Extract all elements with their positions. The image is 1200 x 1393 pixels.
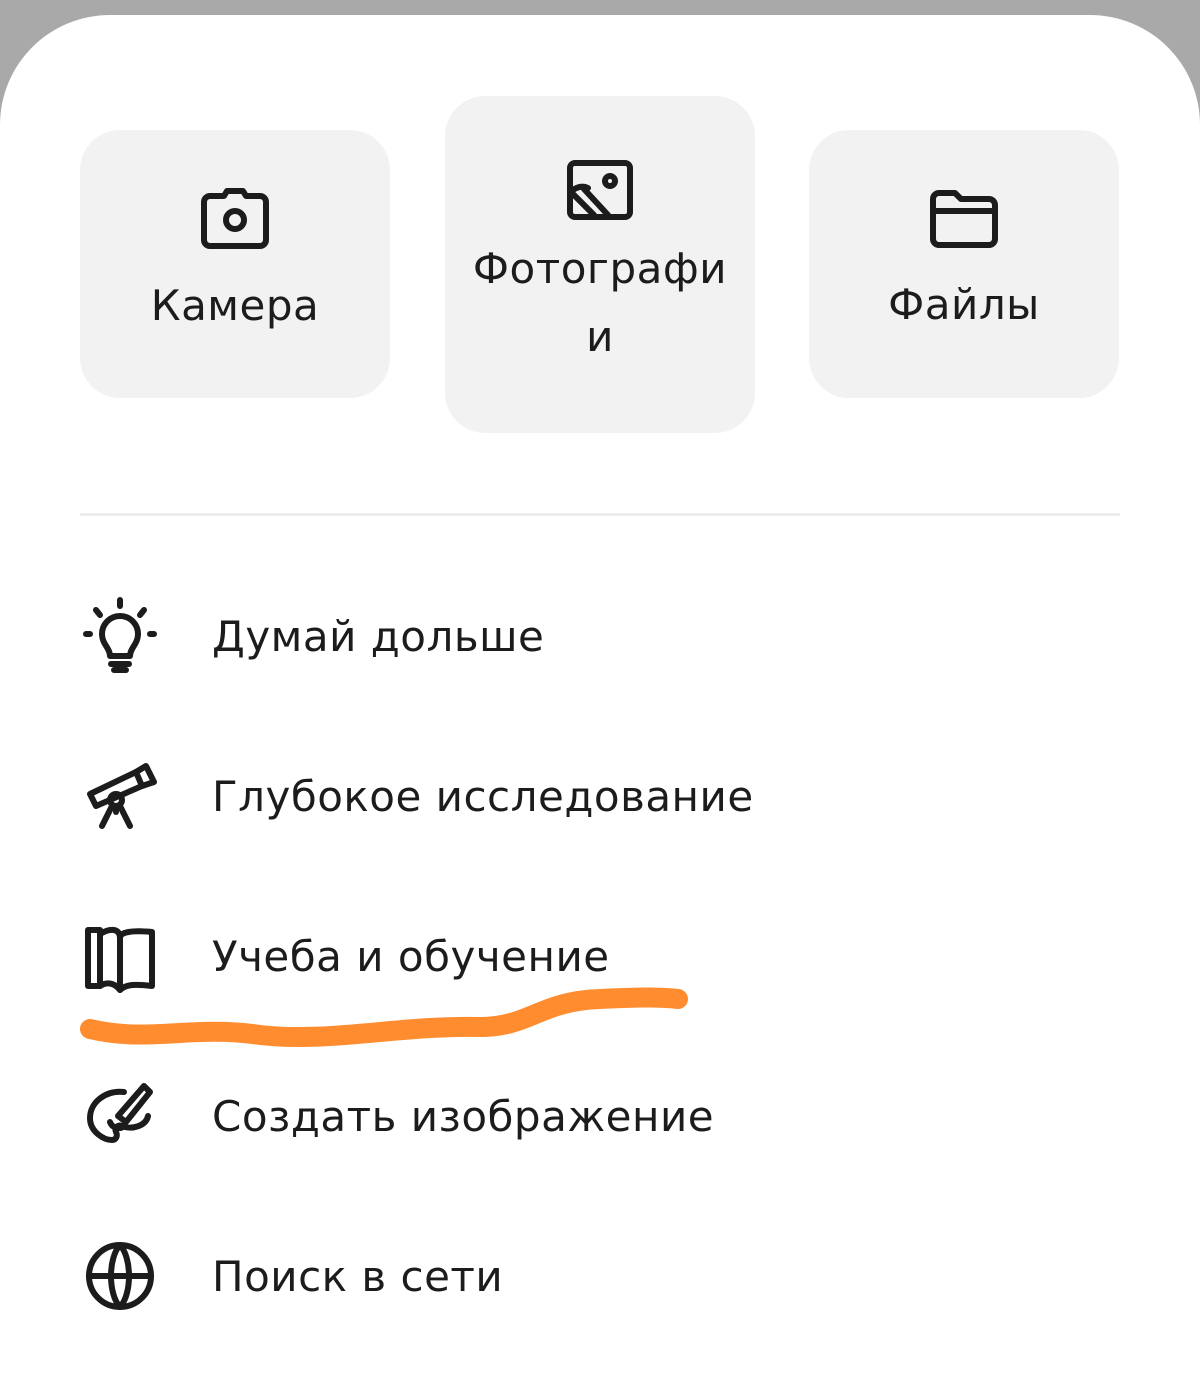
photos-button[interactable]: Фотографи и [445,96,755,433]
image-icon [567,159,633,220]
photos-label: Фотографи и [472,243,728,361]
menu-item-web-search[interactable]: Поиск в сети [70,1221,1130,1331]
palette-icon [70,1066,170,1166]
menu-item-think-longer[interactable]: Думай дольше [70,581,1130,691]
menu-label-create-image: Создать изображение [212,1091,715,1141]
menu-item-deep-research[interactable]: Глубокое исследование [70,741,1130,851]
folder-icon [930,190,998,248]
camera-icon [201,188,269,249]
menu-item-create-image[interactable]: Создать изображение [70,1061,1130,1171]
book-icon [70,906,170,1006]
files-button[interactable]: Файлы [809,130,1119,398]
globe-icon [70,1226,170,1326]
telescope-icon [70,746,170,846]
lightbulb-icon [70,586,170,686]
divider [80,513,1120,516]
menu-label-deep-research: Глубокое исследование [212,771,754,821]
camera-button[interactable]: Камера [80,130,390,398]
menu-label-think-longer: Думай дольше [212,611,545,661]
camera-label: Камера [150,281,320,330]
menu-item-study[interactable]: Учеба и обучение [70,901,1130,1011]
attachment-menu-sheet: Камера Фотографи и Файлы Думай дольше Гл… [0,15,1200,1393]
files-label: Файлы [888,280,1040,329]
menu-label-web-search: Поиск в сети [212,1251,504,1301]
menu-label-study: Учеба и обучение [212,931,610,981]
